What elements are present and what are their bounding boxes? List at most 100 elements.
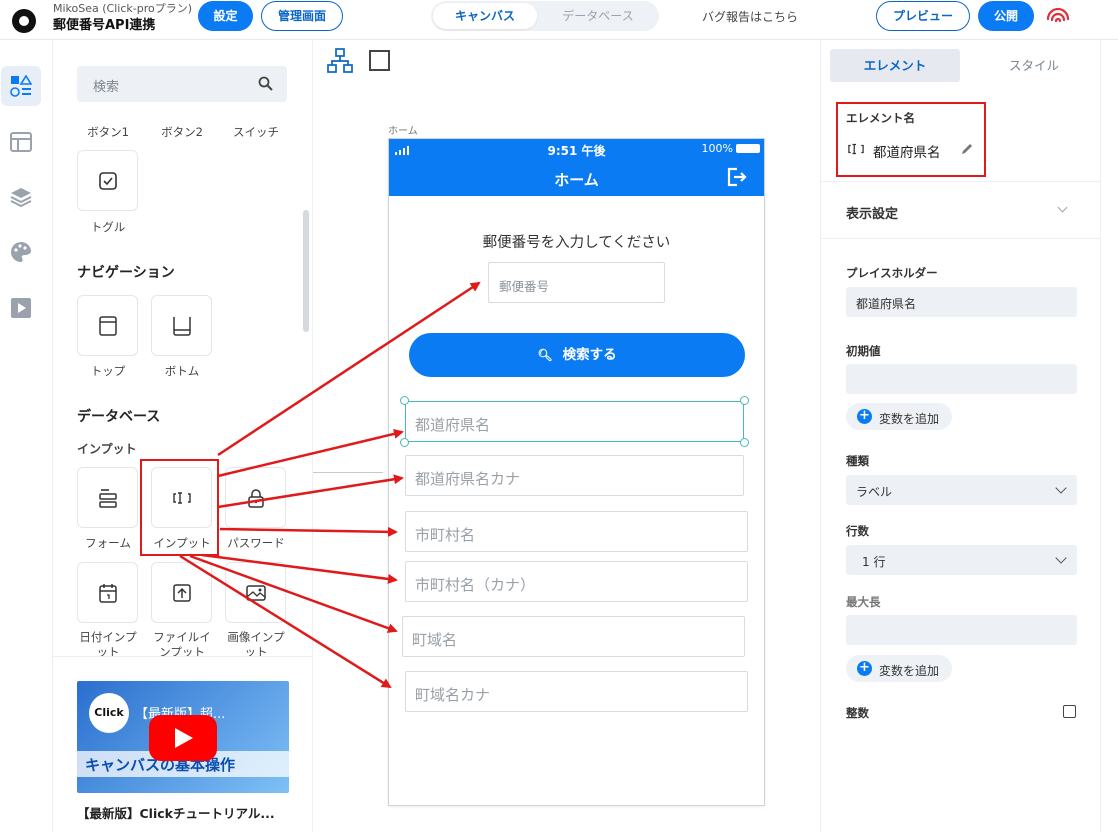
components-panel: 検索 ボタン1 ボタン2 スイッチ トグル ナビゲーション トップ ボトム デー… [53,40,313,832]
file-input-label: ファイルインプット [153,630,211,658]
maxlength-input[interactable] [846,615,1077,645]
tab-canvas[interactable]: キャンバス [433,3,537,29]
prefecture-kana-field[interactable]: 都道府県名カナ [405,455,744,496]
preview-button[interactable]: プレビュー [876,1,970,31]
city-field[interactable]: 市町村名 [405,511,748,552]
window-edge [1100,40,1118,832]
inspector-panel: エレメント スタイル エレメント名 都道府県名 表示設定 プレイスホルダー 都道… [820,40,1101,832]
phone-screen[interactable]: 9:51 午後 100% ホーム 郵便番号を入力してください 郵便番号 🔍︎ 検索… [388,138,765,806]
file-input-component[interactable] [151,562,212,623]
resize-handle[interactable] [740,396,749,405]
bottom-bar-icon [172,316,191,336]
admin-button[interactable]: 管理画面 [261,1,343,31]
prefecture-kana-placeholder: 都道府県名カナ [415,470,521,488]
bug-report-link[interactable]: バグ報告はこちら [702,8,798,25]
battery-icon [736,144,760,153]
town-field[interactable]: 町域名 [402,616,745,657]
canvas-area: ホーム 9:51 午後 100% ホーム 郵便番号を入力してください 郵便番号 … [313,40,820,832]
rows-select[interactable]: 1 行 [846,545,1077,575]
add-variable-button[interactable]: + 変数を追加 [846,403,952,430]
button1-label: ボタン1 [87,125,129,139]
password-label: パスワード [227,536,285,550]
zip-input[interactable]: 郵便番号 [488,262,665,303]
top-bar: MikoSea (Click-proプラン) 郵便番号API連携 設定 管理画面… [0,0,1118,40]
date-input-component[interactable] [77,562,138,623]
city-kana-field[interactable]: 市町村名（カナ） [405,561,748,602]
video-caption[interactable]: 【最新版】Clickチュートリアル... [77,803,275,822]
component-search[interactable]: 検索 [77,66,287,102]
upload-icon [172,583,191,602]
screen-title: ホーム [554,171,599,189]
panel-scrollbar[interactable] [303,210,309,332]
search-button[interactable]: 🔍︎ 検索する [409,333,745,377]
input-subheading: インプット [77,442,137,456]
tab-element[interactable]: エレメント [830,49,960,82]
divider [821,181,1101,182]
tab-database[interactable]: データベース [540,3,656,29]
layout-tab[interactable] [1,122,41,162]
sitemap-icon[interactable] [327,48,353,74]
youtube-play-icon[interactable] [149,715,217,761]
password-component[interactable] [225,467,286,528]
chevron-down-icon[interactable] [1057,202,1068,213]
annotation-box [836,102,986,177]
placeholder-input[interactable]: 都道府県名 [846,287,1077,317]
canvas-guide-line [313,472,383,473]
layers-tab[interactable] [1,177,41,217]
placeholder-label: プレイスホルダー [846,266,938,280]
tab-style[interactable]: スタイル [969,49,1099,82]
top-bar-icon [98,315,117,336]
switch-label: スイッチ [233,125,279,139]
form-component[interactable] [77,467,138,528]
toggle-component[interactable] [77,150,138,211]
add-variable-button[interactable]: + 変数を追加 [846,655,952,682]
date-input-label: 日付インプット [79,630,137,658]
resize-handle[interactable] [740,438,749,447]
layers-icon [10,188,32,208]
town-placeholder: 町域名 [412,631,458,649]
checkbox-icon [98,171,117,190]
rows-value: 1 行 [862,555,886,569]
type-select[interactable]: ラベル [846,475,1077,505]
plus-icon: + [857,409,872,424]
calendar-icon [98,583,117,603]
publish-button[interactable]: 公開 [978,1,1034,31]
image-input-component[interactable] [225,562,286,623]
top-nav-component[interactable] [77,295,138,356]
logout-icon[interactable] [725,166,747,188]
search-icon [258,76,273,91]
frame-icon[interactable] [369,50,390,71]
town-kana-placeholder: 町域名カナ [415,686,491,704]
theme-tab[interactable] [1,232,41,272]
phone-header: 9:51 午後 100% ホーム [389,139,764,196]
resize-handle[interactable] [400,396,409,405]
battery-percent: 100% [701,142,733,155]
prefecture-field[interactable]: 都道府県名 [400,396,749,447]
bottom-nav-component[interactable] [151,295,212,356]
add-variable-label: 変数を追加 [879,412,940,426]
app-logo-icon[interactable] [12,9,36,33]
resize-handle[interactable] [400,438,409,447]
divider [821,238,1101,239]
form-label: フォーム [85,536,131,550]
video-brand: Click [89,693,129,733]
broadcast-icon[interactable] [1045,3,1071,29]
lock-icon [247,488,264,508]
type-label: 種類 [846,454,869,468]
town-kana-field[interactable]: 町域名カナ [405,671,748,712]
maxlength-label: 最大長 [846,595,881,609]
settings-button[interactable]: 設定 [198,1,253,31]
search-placeholder: 検索 [93,80,120,95]
shapes-icon [10,75,32,97]
media-tab[interactable] [1,288,41,328]
zip-prompt: 郵便番号を入力してください [482,235,671,251]
initial-value-input[interactable] [846,364,1077,394]
database-heading: データベース [77,409,161,425]
display-settings[interactable]: 表示設定 [846,203,898,222]
rows-label: 行数 [846,524,869,538]
components-tab[interactable] [1,66,41,106]
placeholder-value: 都道府県名 [856,297,917,311]
magnifier-icon: 🔍︎ [537,348,553,362]
integer-checkbox[interactable] [1063,705,1076,718]
tutorial-video-thumbnail[interactable]: Click 【最新版】超... キャンバスの基本操作 [77,681,289,793]
